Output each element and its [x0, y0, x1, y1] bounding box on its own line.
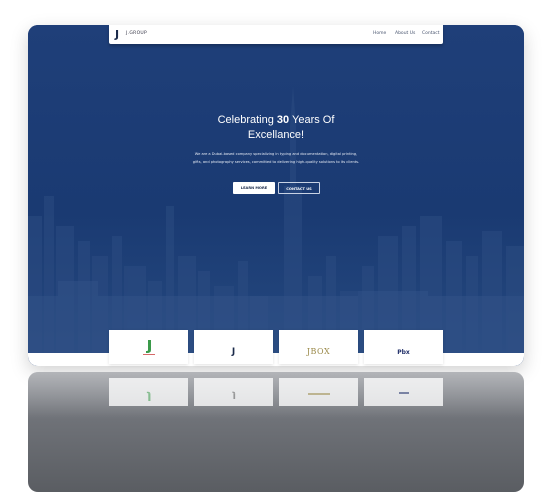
reflected-card [279, 378, 358, 406]
skyline-image [28, 86, 524, 366]
reflected-card [194, 378, 273, 406]
jbox-logo-icon [279, 386, 358, 405]
top-navbar: J J.GROUP Home About Us Contact [109, 25, 443, 44]
reflection-fade [28, 372, 524, 418]
logo-mark[interactable]: J [115, 27, 119, 42]
partner-card[interactable]: Pbx [364, 330, 443, 364]
partner-card[interactable] [109, 330, 188, 364]
j-small-logo-icon [194, 386, 273, 405]
partner-card[interactable]: J [194, 330, 273, 364]
hero-bottom-strip [28, 353, 524, 366]
pbx-logo-icon [364, 386, 443, 405]
pbx-logo-icon: Pbx [364, 339, 443, 358]
nav-item-about-us[interactable]: About Us [395, 31, 415, 36]
j-small-logo-icon: J [194, 339, 273, 358]
website-preview-frame: J J.GROUP Home About Us Contact Celebrat… [28, 25, 524, 366]
hero-title-before: Celebrating [217, 114, 277, 126]
nav-item-contact[interactable]: Contact [422, 31, 440, 36]
partner-card[interactable]: JBOX [279, 330, 358, 364]
reflected-card [364, 378, 443, 406]
hero-title-after: Years Of [289, 114, 335, 126]
partner-logo-text: Pbx [397, 349, 410, 356]
reflection-image [28, 372, 524, 492]
logo-text[interactable]: J.GROUP [126, 31, 147, 36]
contact-us-button[interactable]: CONTACT US [278, 182, 320, 194]
partner-logo-text: J [231, 347, 236, 357]
hero-description: We are a Dubai-based company specializin… [192, 152, 360, 164]
hero-title-line2: Excellance! [247, 129, 305, 141]
learn-more-button[interactable]: LEARN MORE [233, 182, 275, 194]
partner-logo-text: JBOX [306, 347, 331, 356]
nav-item-home[interactable]: Home [373, 31, 386, 36]
j-green-logo-icon [109, 386, 188, 405]
jbox-logo-icon: JBOX [279, 339, 358, 358]
reflected-card [109, 378, 188, 406]
j-green-logo-icon [109, 339, 188, 359]
hero-title-number: 30 [276, 114, 290, 126]
hero-title: Celebrating 30 Years Of Excellance! [176, 113, 376, 143]
